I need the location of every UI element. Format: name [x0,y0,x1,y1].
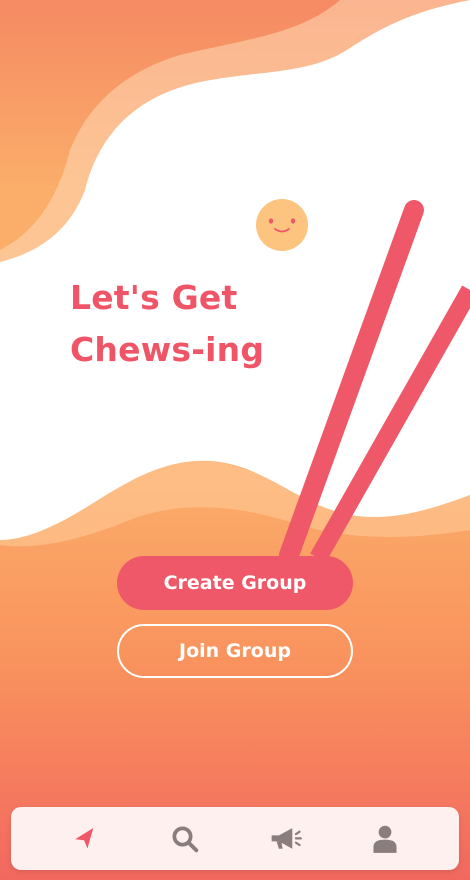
background-illustration [0,0,470,565]
sun-face-icon [256,199,308,251]
tab-announcements[interactable] [261,815,309,863]
megaphone-icon [268,824,302,854]
hero-headline: Let's Get Chews-ing [70,272,264,376]
join-group-button[interactable]: Join Group [117,624,353,678]
headline-line-1: Let's Get [70,278,238,317]
create-group-button[interactable]: Create Group [117,556,353,610]
tab-search[interactable] [161,815,209,863]
tab-profile[interactable] [361,815,409,863]
search-icon [170,824,200,854]
bottom-tab-bar [11,807,459,870]
headline-line-2: Chews-ing [70,330,265,369]
user-icon [372,824,398,854]
tab-navigate[interactable] [61,815,109,863]
navigation-arrow-icon [72,826,98,852]
home-screen: Let's Get Chews-ing Create Group Join Gr… [0,0,470,880]
